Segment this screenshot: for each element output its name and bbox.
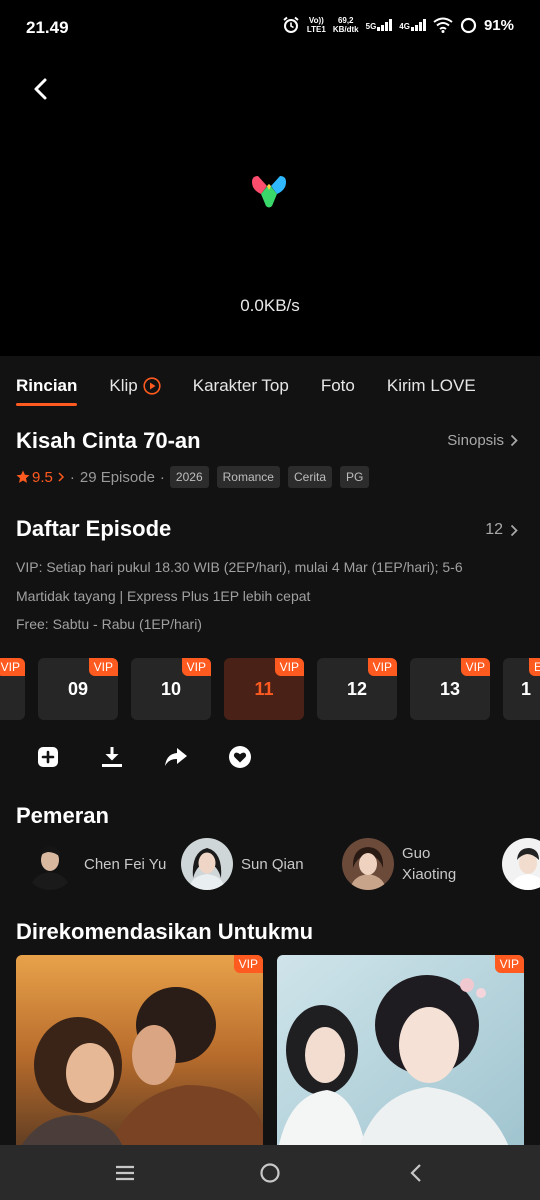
episode-button[interactable]: 1E bbox=[503, 658, 540, 720]
back-arrow-icon[interactable] bbox=[26, 74, 56, 104]
chevron-right-icon bbox=[510, 524, 518, 536]
buffer-speed: 0.0KB/s bbox=[240, 296, 300, 315]
cast-list: Chen Fei Yu Sun Qian Guo Xiaoting bbox=[24, 838, 540, 894]
tab-karakter-top[interactable]: Karakter Top bbox=[193, 356, 289, 408]
episode-count-link[interactable]: 12 bbox=[485, 521, 518, 539]
avatar bbox=[24, 838, 76, 890]
status-icons: Vo)) LTE1 69,2 KB/dtk 5G 4G 91% bbox=[282, 16, 514, 34]
vip-badge: VIP bbox=[0, 658, 25, 676]
avatar bbox=[181, 838, 233, 890]
cast-member[interactable]: Chen Fei Yu bbox=[24, 838, 166, 890]
detail-tabs: Rincian Klip Karakter Top Foto Kirim LOV… bbox=[0, 356, 540, 408]
poster-image bbox=[277, 955, 524, 1145]
cast-title: Pemeran bbox=[16, 803, 109, 828]
signal-bars-icon bbox=[410, 19, 426, 31]
vip-badge: VIP bbox=[460, 658, 490, 676]
star-icon bbox=[16, 470, 30, 483]
synopsis-link[interactable]: Sinopsis bbox=[447, 432, 518, 449]
episode-strip: VIP 09 VIP 10 VIP 11 VIP 12 VIP 13 VIP 1E bbox=[0, 658, 540, 720]
cast-member[interactable]: Sun Qian bbox=[181, 838, 304, 890]
cast-name: Sun Qian bbox=[241, 855, 304, 873]
recommendation-card[interactable]: VIP bbox=[277, 955, 524, 1145]
cast-name: Guo Xiaoting bbox=[402, 845, 457, 883]
app-logo-loader-icon bbox=[252, 176, 286, 208]
episode-schedule: VIP: Setiap hari pukul 18.30 WIB (2EP/ha… bbox=[16, 559, 463, 632]
battery-level: 91% bbox=[483, 16, 514, 34]
drama-meta: 9.5 · 29 Episode · 2026 Romance Cerita P… bbox=[16, 466, 377, 488]
drama-title: Kisah Cinta 70-an bbox=[16, 428, 201, 453]
action-bar bbox=[36, 745, 252, 769]
episode-button[interactable]: 12 VIP bbox=[317, 658, 397, 720]
avatar bbox=[502, 838, 540, 890]
vip-badge: VIP bbox=[233, 955, 263, 973]
home-circle-icon[interactable] bbox=[259, 1162, 281, 1184]
episode-button[interactable]: VIP bbox=[0, 658, 25, 720]
back-icon[interactable] bbox=[405, 1162, 427, 1184]
rating[interactable]: 9.5 bbox=[16, 469, 65, 486]
volte-indicator: Vo)) LTE1 bbox=[306, 16, 326, 34]
alarm-icon bbox=[283, 16, 299, 33]
tag-genre[interactable]: Romance bbox=[216, 466, 280, 488]
signal-5g: 5G bbox=[366, 19, 393, 31]
system-nav-bar bbox=[0, 1145, 540, 1200]
recommendation-grid: VIP VIP bbox=[16, 955, 524, 1145]
share-icon[interactable] bbox=[164, 745, 188, 769]
status-time: 21.49 bbox=[26, 18, 69, 37]
download-icon[interactable] bbox=[100, 745, 124, 769]
signal-bars-icon bbox=[377, 19, 393, 31]
cast-name: Chen Fei Yu bbox=[84, 855, 167, 873]
vip-badge: VIP bbox=[274, 658, 304, 676]
status-bar: 21.49 Vo)) LTE1 69,2 KB/dtk 5G 4G 91% bbox=[0, 0, 540, 56]
play-circle-icon bbox=[143, 377, 161, 395]
tab-rincian[interactable]: Rincian bbox=[16, 356, 78, 408]
wifi-icon bbox=[433, 17, 453, 33]
episode-button[interactable]: 09 VIP bbox=[38, 658, 118, 720]
poster-image bbox=[16, 955, 263, 1145]
tag-type[interactable]: Cerita bbox=[287, 466, 332, 488]
episode-button[interactable]: 10 VIP bbox=[131, 658, 211, 720]
episode-button-current[interactable]: 11 VIP bbox=[224, 658, 304, 720]
tab-kirim-love[interactable]: Kirim LOVE bbox=[387, 356, 476, 408]
tab-foto[interactable]: Foto bbox=[321, 356, 355, 408]
recommendation-card[interactable]: VIP bbox=[16, 955, 263, 1145]
episode-total: 29 Episode bbox=[79, 468, 155, 486]
video-player[interactable]: 0.0KB/s bbox=[0, 56, 540, 356]
cast-member[interactable]: Guo Xiaoting bbox=[342, 838, 456, 890]
chevron-right-icon bbox=[510, 434, 518, 447]
network-speed: 69,2 KB/dtk bbox=[332, 16, 359, 34]
cast-member[interactable] bbox=[502, 838, 540, 890]
vip-badge: VIP bbox=[367, 658, 397, 676]
vip-badge: VIP bbox=[494, 955, 524, 973]
vip-badge: VIP bbox=[181, 658, 211, 676]
tag-year[interactable]: 2026 bbox=[169, 466, 209, 488]
avatar bbox=[342, 838, 394, 890]
tab-klip[interactable]: Klip bbox=[109, 356, 161, 408]
chevron-right-icon bbox=[58, 472, 64, 482]
signal-4g: 4G bbox=[399, 19, 426, 31]
battery-ring-icon bbox=[460, 17, 477, 33]
vip-badge: E bbox=[529, 658, 540, 676]
recommendations-title: Direkomendasikan Untukmu bbox=[16, 919, 314, 944]
vip-badge: VIP bbox=[88, 658, 118, 676]
tag-rating[interactable]: PG bbox=[340, 466, 370, 488]
favorite-icon[interactable] bbox=[228, 745, 252, 769]
add-icon[interactable] bbox=[36, 745, 60, 769]
episode-button[interactable]: 13 VIP bbox=[410, 658, 490, 720]
menu-icon[interactable] bbox=[114, 1162, 136, 1184]
episode-list-title: Daftar Episode bbox=[16, 516, 172, 541]
